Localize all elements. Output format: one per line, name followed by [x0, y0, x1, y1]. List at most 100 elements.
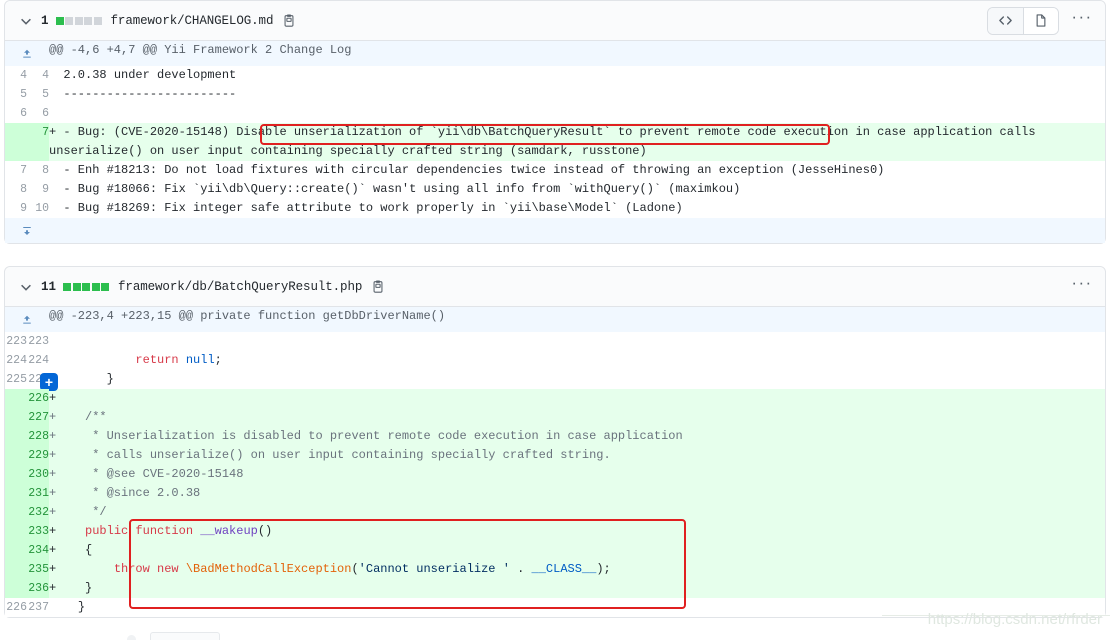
kebab-menu-icon[interactable]: ···: [1069, 274, 1095, 300]
kebab-menu-icon[interactable]: ···: [1069, 8, 1095, 34]
old-line-number: 224: [5, 351, 27, 370]
code-line[interactable]: }: [49, 370, 1105, 389]
code-line-added[interactable]: +: [49, 389, 1105, 408]
code-line-added[interactable]: + throw new \BadMethodCallException('Can…: [49, 560, 1105, 579]
literal-null: null: [185, 353, 215, 367]
code-view-icon[interactable]: [988, 7, 1023, 34]
new-line-number: 228: [27, 427, 49, 446]
diff-row-added: 236 + }: [5, 579, 1105, 598]
new-line-number: 6: [27, 104, 49, 123]
diff-row-added: 233 + public function __wakeup(): [5, 522, 1105, 541]
new-line-number: 227: [27, 408, 49, 427]
code-line-added[interactable]: + */: [49, 503, 1105, 522]
new-line-number: 230: [27, 465, 49, 484]
file-view-icon[interactable]: [1023, 7, 1058, 34]
code-line[interactable]: - Bug #18066: Fix `yii\db\Query::create(…: [49, 180, 1105, 199]
code-line-added[interactable]: + /**: [49, 408, 1105, 427]
old-line-number: [5, 522, 27, 541]
code-line-added[interactable]: + * @since 2.0.38: [49, 484, 1105, 503]
expand-down-icon[interactable]: [5, 218, 49, 243]
code-line[interactable]: ------------------------: [49, 85, 1105, 104]
code-line[interactable]: - Bug #18269: Fix integer safe attribute…: [49, 199, 1105, 218]
diff-row-added: 227 + /**: [5, 408, 1105, 427]
diff-row-added: 235 + throw new \BadMethodCallException(…: [5, 560, 1105, 579]
diff-row-added: 230 + * @see CVE-2020-15148: [5, 465, 1105, 484]
copy-path-icon[interactable]: [371, 279, 385, 295]
new-line-number: 234: [27, 541, 49, 560]
chevron-down-icon[interactable]: [19, 280, 33, 294]
hunk-header-row: @@ -4,6 +4,7 @@ Yii Framework 2 Change L…: [5, 41, 1105, 66]
old-line-number: [5, 123, 27, 161]
diff-row: 7 8 - Enh #18213: Do not load fixtures w…: [5, 161, 1105, 180]
old-line-number: 225: [5, 370, 27, 389]
code-line-added[interactable]: + * @see CVE-2020-15148: [49, 465, 1105, 484]
file-gap: [0, 244, 1110, 266]
old-line-number: 226: [5, 598, 27, 617]
new-line-number: 7: [27, 123, 49, 161]
copy-path-icon[interactable]: [282, 13, 296, 29]
code-line-added[interactable]: + }: [49, 579, 1105, 598]
code-line[interactable]: [49, 104, 1105, 123]
watermark: https://blog.csdn.net/rfrder: [927, 611, 1102, 628]
diff-page: 1 framework/CHANGELOG.md ··· @@ -4,6 +4,…: [0, 0, 1110, 640]
new-line-number: 10: [27, 199, 49, 218]
old-line-number: 9: [5, 199, 27, 218]
old-line-number: 6: [5, 104, 27, 123]
diff-row: 224 224 return null;: [5, 351, 1105, 370]
new-line-number: 4: [27, 66, 49, 85]
code-line-added[interactable]: + public function __wakeup(): [49, 522, 1105, 541]
code-line[interactable]: return null;: [49, 351, 1105, 370]
new-line-number: 229: [27, 446, 49, 465]
diff-row-added: 226 +: [5, 389, 1105, 408]
diff-row: 5 5 ------------------------: [5, 85, 1105, 104]
new-line-number: 9: [27, 180, 49, 199]
diff-row-added: 234 + {: [5, 541, 1105, 560]
keyword-public: public function: [85, 524, 194, 538]
code-line-added[interactable]: + - Bug: (CVE-2020-15148) Disable unseri…: [49, 123, 1105, 161]
file-path[interactable]: framework/CHANGELOG.md: [111, 14, 274, 28]
diffstat-bar: [63, 282, 110, 291]
diff-row-added: 7 + - Bug: (CVE-2020-15148) Disable unse…: [5, 123, 1105, 161]
new-line-number: 235: [27, 560, 49, 579]
file-path[interactable]: framework/db/BatchQueryResult.php: [118, 280, 362, 294]
old-line-number: [5, 408, 27, 427]
code-line[interactable]: [49, 332, 1105, 351]
old-line-number: [5, 389, 27, 408]
old-line-number: [5, 541, 27, 560]
old-line-number: 8: [5, 180, 27, 199]
code-line[interactable]: - Enh #18213: Do not load fixtures with …: [49, 161, 1105, 180]
new-line-number: 225 +: [27, 370, 58, 391]
chevron-down-icon[interactable]: [19, 14, 33, 28]
diff-table-batchqueryresult: @@ -223,4 +223,15 @@ private function ge…: [5, 307, 1105, 617]
file-diff-batchqueryresult: 11 framework/db/BatchQueryResult.php ···: [4, 266, 1106, 618]
code-line-added[interactable]: + * Unserialization is disabled to preve…: [49, 427, 1105, 446]
diff-row: 225 225 + }: [5, 370, 1105, 391]
bottom-partial-avatar: [127, 635, 136, 640]
code-line-added[interactable]: + * calls unserialize() on user input co…: [49, 446, 1105, 465]
diff-table-changelog: @@ -4,6 +4,7 @@ Yii Framework 2 Change L…: [5, 41, 1105, 243]
code-line-added[interactable]: + {: [49, 541, 1105, 560]
file-change-count: 1: [41, 13, 49, 28]
old-line-number: 7: [5, 161, 27, 180]
keyword-throw-new: throw new: [113, 562, 179, 576]
hunk-header-text: @@ -4,6 +4,7 @@ Yii Framework 2 Change L…: [49, 41, 1105, 66]
file-header: 1 framework/CHANGELOG.md ···: [5, 1, 1105, 41]
expand-down-spacer: [49, 218, 1105, 243]
old-line-number: [5, 560, 27, 579]
hunk-header-text: @@ -223,4 +223,15 @@ private function ge…: [49, 307, 1105, 332]
file-diff-changelog: 1 framework/CHANGELOG.md ··· @@ -4,6 +4,…: [4, 0, 1106, 244]
code-line[interactable]: 2.0.38 under development: [49, 66, 1105, 85]
diff-row: 4 4 2.0.38 under development: [5, 66, 1105, 85]
old-line-number: [5, 465, 27, 484]
old-line-number: 5: [5, 85, 27, 104]
expand-up-icon[interactable]: [5, 307, 49, 332]
diff-row: 9 10 - Bug #18269: Fix integer safe attr…: [5, 199, 1105, 218]
old-line-number: [5, 503, 27, 522]
old-line-number: [5, 427, 27, 446]
diff-row: 223 223: [5, 332, 1105, 351]
expand-up-icon[interactable]: [5, 41, 49, 66]
old-line-number: [5, 579, 27, 598]
file-header: 11 framework/db/BatchQueryResult.php ···: [5, 267, 1105, 307]
diff-row: 8 9 - Bug #18066: Fix `yii\db\Query::cre…: [5, 180, 1105, 199]
new-line-number: 233: [27, 522, 49, 541]
